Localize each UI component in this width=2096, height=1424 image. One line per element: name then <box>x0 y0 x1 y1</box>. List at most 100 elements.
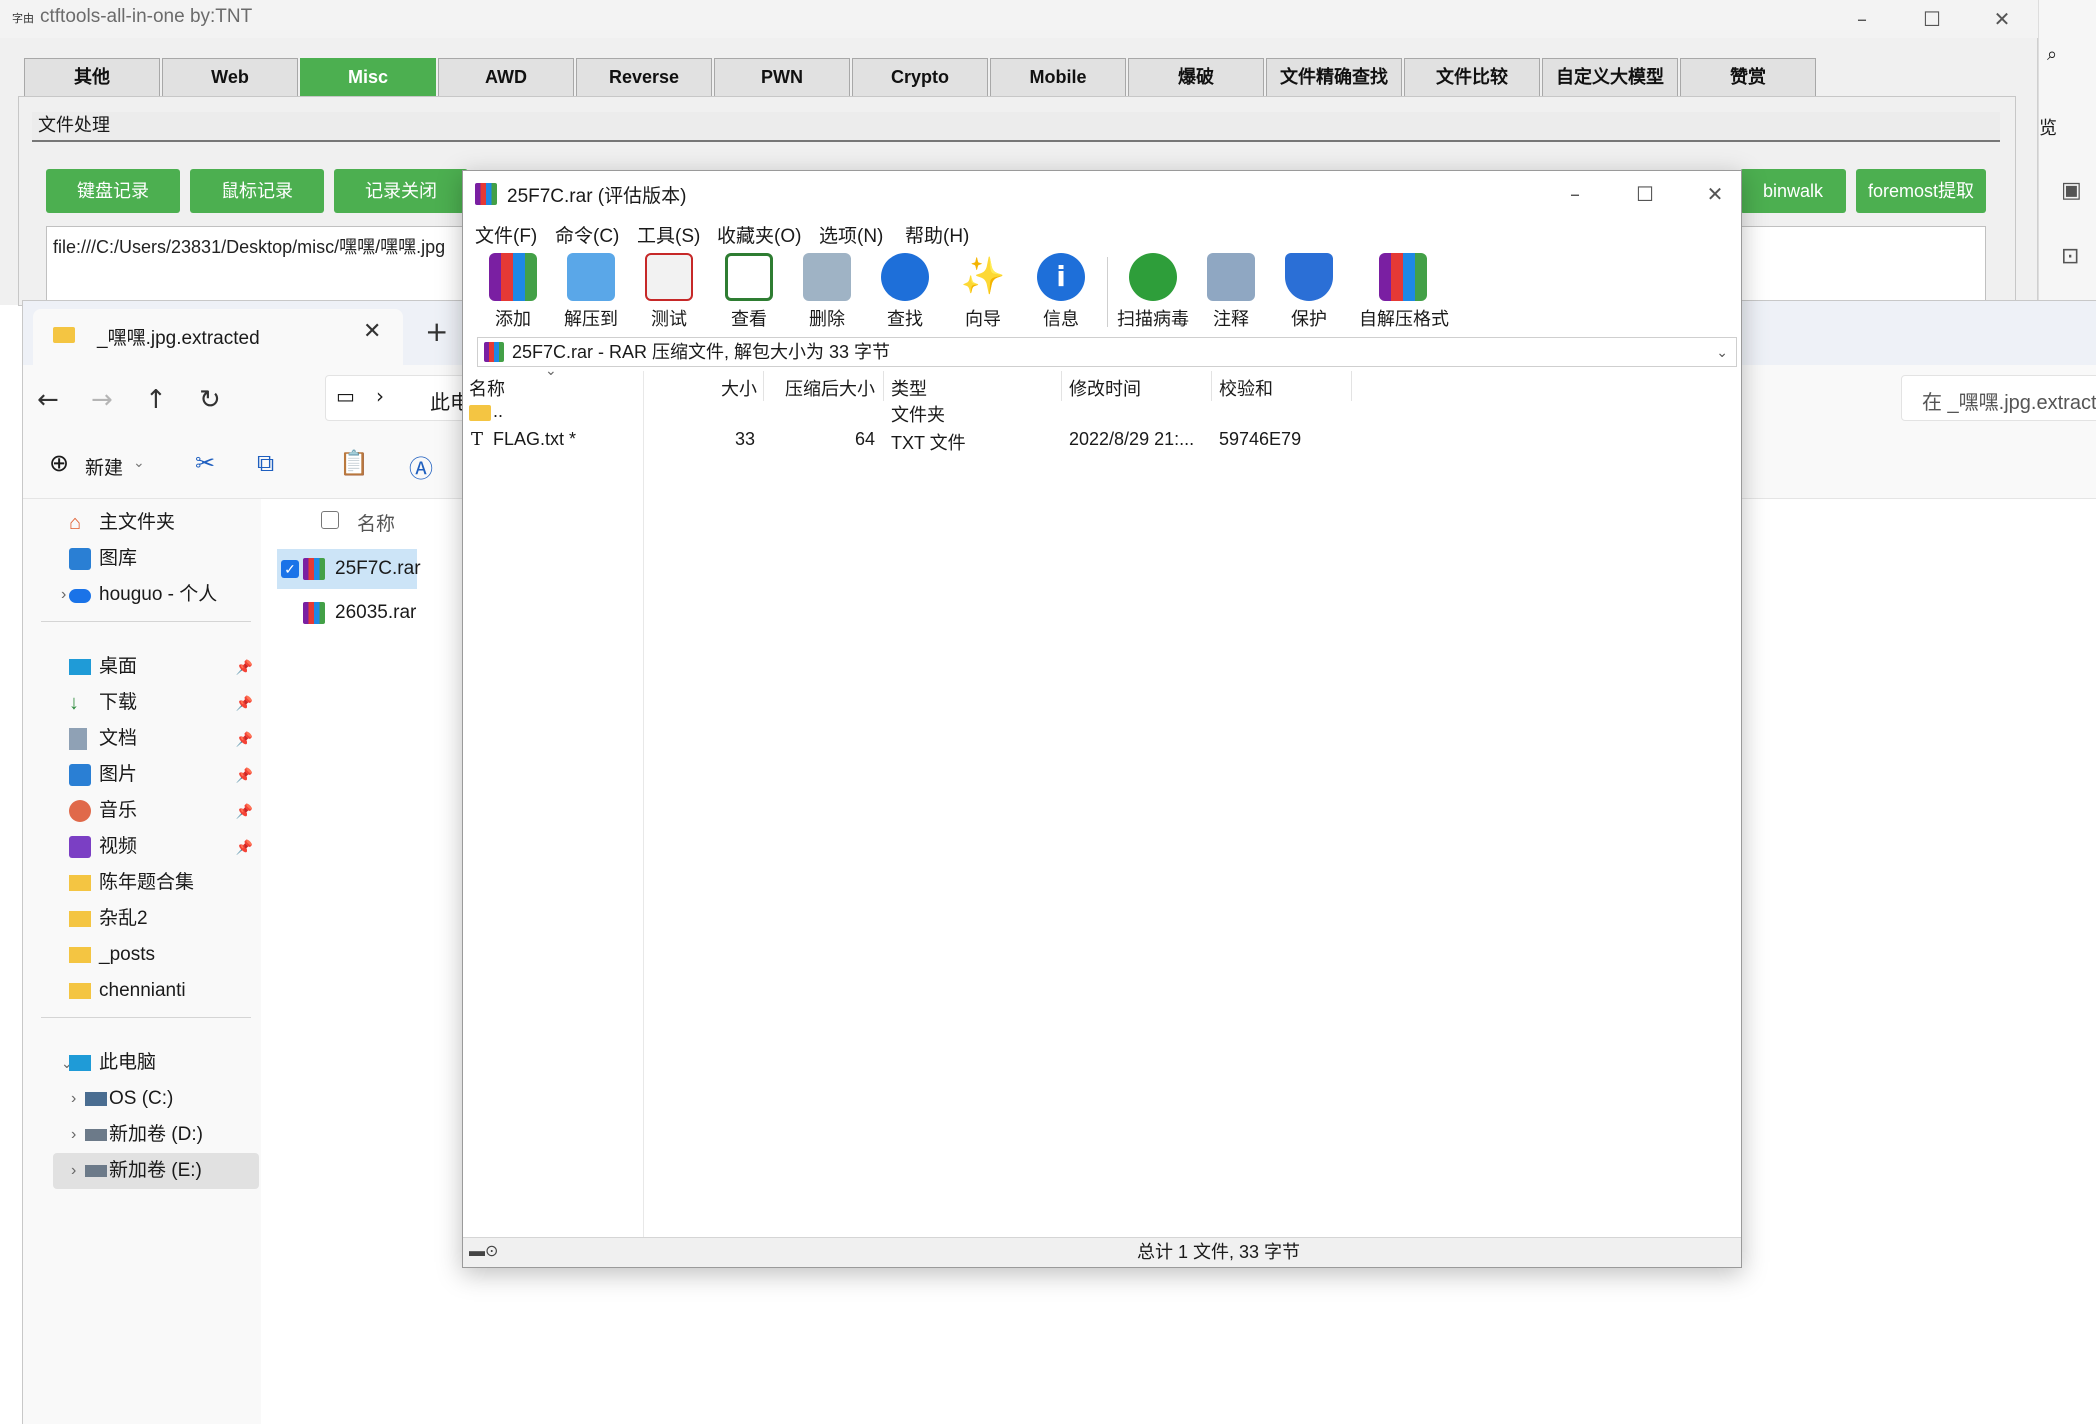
menu-commands[interactable]: 命令(C) <box>555 221 619 248</box>
up-icon[interactable]: ↑ <box>145 385 167 415</box>
column-header-name[interactable]: 名称 <box>469 375 505 401</box>
checkbox-checked-icon[interactable]: ✓ <box>281 560 299 578</box>
protect-button[interactable]: 保护 <box>1271 253 1347 333</box>
tab-custom-llm[interactable]: 自定义大模型 <box>1542 58 1678 96</box>
close-tab-icon[interactable]: ✕ <box>363 319 381 344</box>
list-item[interactable]: T FLAG.txt * 33 64 TXT 文件 2022/8/29 21:.… <box>463 429 1741 455</box>
pin-icon[interactable]: 📌 <box>236 793 253 829</box>
close-button[interactable]: ✕ <box>1982 4 2022 34</box>
tab-file-compare[interactable]: 文件比较 <box>1404 58 1540 96</box>
pin-icon[interactable]: 📌 <box>236 757 253 793</box>
virus-scan-button[interactable]: 扫描病毒 <box>1115 253 1191 333</box>
pin-icon[interactable]: 📌 <box>236 829 253 865</box>
record-close-button[interactable]: 记录关闭 <box>334 169 468 213</box>
sidebar-item-music[interactable]: 音乐 📌 <box>53 793 259 829</box>
add-button[interactable]: 添加 <box>475 253 551 333</box>
file-row[interactable]: ✓ 25F7C.rar <box>277 549 421 589</box>
chevron-right-icon[interactable]: › <box>71 1153 76 1189</box>
column-header-modified[interactable]: 修改时间 <box>1069 375 1141 401</box>
sidebar-item-documents[interactable]: 文档 📌 <box>53 721 259 757</box>
sidebar-item-folder-3[interactable]: _posts <box>53 937 259 973</box>
pin-icon[interactable]: 📌 <box>236 685 253 721</box>
sidebar-item-folder-1[interactable]: 陈年题合集 <box>53 865 259 901</box>
column-header-packed[interactable]: 压缩后大小 <box>785 375 875 401</box>
search-input[interactable]: 在 _嘿嘿.jpg.extracted 中搜索 <box>1901 375 2096 421</box>
view-button[interactable]: 查看 <box>711 253 787 333</box>
tab-misc[interactable]: Misc <box>300 58 436 96</box>
sidebar-item-desktop[interactable]: 桌面 📌 <box>53 649 259 685</box>
column-header-name[interactable]: 名称 <box>357 509 395 536</box>
sidebar-item-videos[interactable]: 视频 📌 <box>53 829 259 865</box>
sidebar-item-drive-c[interactable]: › OS (C:) <box>53 1081 259 1117</box>
cut-icon[interactable]: ✂ <box>195 449 215 477</box>
menu-file[interactable]: 文件(F) <box>475 221 537 248</box>
tab-awd[interactable]: AWD <box>438 58 574 96</box>
sfx-button[interactable]: 自解压格式 <box>1349 253 1459 333</box>
image-icon[interactable]: ▣ <box>2061 178 2082 203</box>
menu-tools[interactable]: 工具(S) <box>637 221 700 248</box>
back-icon[interactable]: ← <box>37 385 59 415</box>
tab-mobile[interactable]: Mobile <box>990 58 1126 96</box>
test-button[interactable]: 测试 <box>631 253 707 333</box>
maximize-button[interactable]: ☐ <box>1625 179 1665 209</box>
tab-bruteforce[interactable]: 爆破 <box>1128 58 1264 96</box>
sidebar-item-onedrive[interactable]: › houguo - 个人 <box>53 577 259 613</box>
new-tab-icon[interactable]: + <box>425 315 448 348</box>
archive-path-bar[interactable]: 25F7C.rar - RAR 压缩文件, 解包大小为 33 字节 ⌄ <box>477 337 1737 367</box>
explorer-tab[interactable]: _嘿嘿.jpg.extracted ✕ <box>33 309 403 365</box>
pin-icon[interactable]: 📌 <box>236 721 253 757</box>
tab-file-search[interactable]: 文件精确查找 <box>1266 58 1402 96</box>
sidebar-item-drive-d[interactable]: › 新加卷 (D:) <box>53 1117 259 1153</box>
keyboard-record-button[interactable]: 键盘记录 <box>46 169 180 213</box>
binwalk-button[interactable]: binwalk <box>1740 169 1846 213</box>
sidebar-item-folder-2[interactable]: 杂乱2 <box>53 901 259 937</box>
pin-icon[interactable]: 📌 <box>236 649 253 685</box>
tab-other[interactable]: 其他 <box>24 58 160 96</box>
foremost-button[interactable]: foremost提取 <box>1856 169 1986 213</box>
refresh-icon[interactable]: ↻ <box>199 385 221 415</box>
sidebar-item-home[interactable]: ⌂ 主文件夹 <box>53 505 259 541</box>
new-icon[interactable]: ⊕ <box>49 449 69 477</box>
sidebar-item-folder-4[interactable]: chennianti <box>53 973 259 1009</box>
forward-icon[interactable]: → <box>91 385 113 415</box>
column-header-crc[interactable]: 校验和 <box>1219 375 1273 401</box>
sidebar-item-downloads[interactable]: ↓ 下载 📌 <box>53 685 259 721</box>
tab-crypto[interactable]: Crypto <box>852 58 988 96</box>
drive-status-icon[interactable]: ▬⊙ <box>469 1238 498 1266</box>
address-bar[interactable]: ▭ › 此电 <box>325 375 485 421</box>
wizard-button[interactable]: ✨ 向导 <box>945 253 1021 333</box>
chevron-right-icon[interactable]: › <box>71 1117 76 1153</box>
column-header-size[interactable]: 大小 <box>721 375 757 401</box>
chevron-right-icon[interactable]: › <box>71 1081 76 1117</box>
chevron-down-icon[interactable]: ⌄ <box>1716 338 1728 366</box>
maximize-button[interactable]: ☐ <box>1912 4 1952 34</box>
tab-reverse[interactable]: Reverse <box>576 58 712 96</box>
list-item[interactable]: .. 文件夹 <box>463 401 1741 427</box>
minimize-button[interactable]: – <box>1555 179 1595 209</box>
minimize-button[interactable]: – <box>1842 4 1882 34</box>
sidebar-item-drive-e[interactable]: › 新加卷 (E:) <box>53 1153 259 1189</box>
extract-to-button[interactable]: 解压到 <box>553 253 629 333</box>
menu-favorites[interactable]: 收藏夹(O) <box>717 221 801 248</box>
menu-help[interactable]: 帮助(H) <box>905 221 969 248</box>
tab-web[interactable]: Web <box>162 58 298 96</box>
close-button[interactable]: ✕ <box>1695 179 1735 209</box>
text-tool-icon[interactable]: ⊡ <box>2061 244 2079 269</box>
info-button[interactable]: i 信息 <box>1023 253 1099 333</box>
sidebar-item-this-pc[interactable]: ⌄ 此电脑 <box>53 1045 259 1081</box>
rename-icon[interactable]: Ⓐ <box>409 449 433 484</box>
chevron-right-icon[interactable]: › <box>61 577 66 613</box>
chevron-down-icon[interactable]: ⌄ <box>133 455 145 471</box>
tab-donate[interactable]: 赞赏 <box>1680 58 1816 96</box>
comment-button[interactable]: 注释 <box>1193 253 1269 333</box>
select-all-checkbox[interactable] <box>321 511 339 529</box>
new-button[interactable]: 新建 <box>85 453 123 480</box>
mouse-record-button[interactable]: 鼠标记录 <box>190 169 324 213</box>
menu-options[interactable]: 选项(N) <box>819 221 883 248</box>
sidebar-item-gallery[interactable]: 图库 <box>53 541 259 577</box>
paste-icon[interactable]: 📋 <box>339 449 369 477</box>
delete-button[interactable]: 删除 <box>789 253 865 333</box>
search-icon[interactable]: ⌕ <box>2047 44 2057 65</box>
column-header-type[interactable]: 类型 <box>891 375 927 401</box>
tab-pwn[interactable]: PWN <box>714 58 850 96</box>
